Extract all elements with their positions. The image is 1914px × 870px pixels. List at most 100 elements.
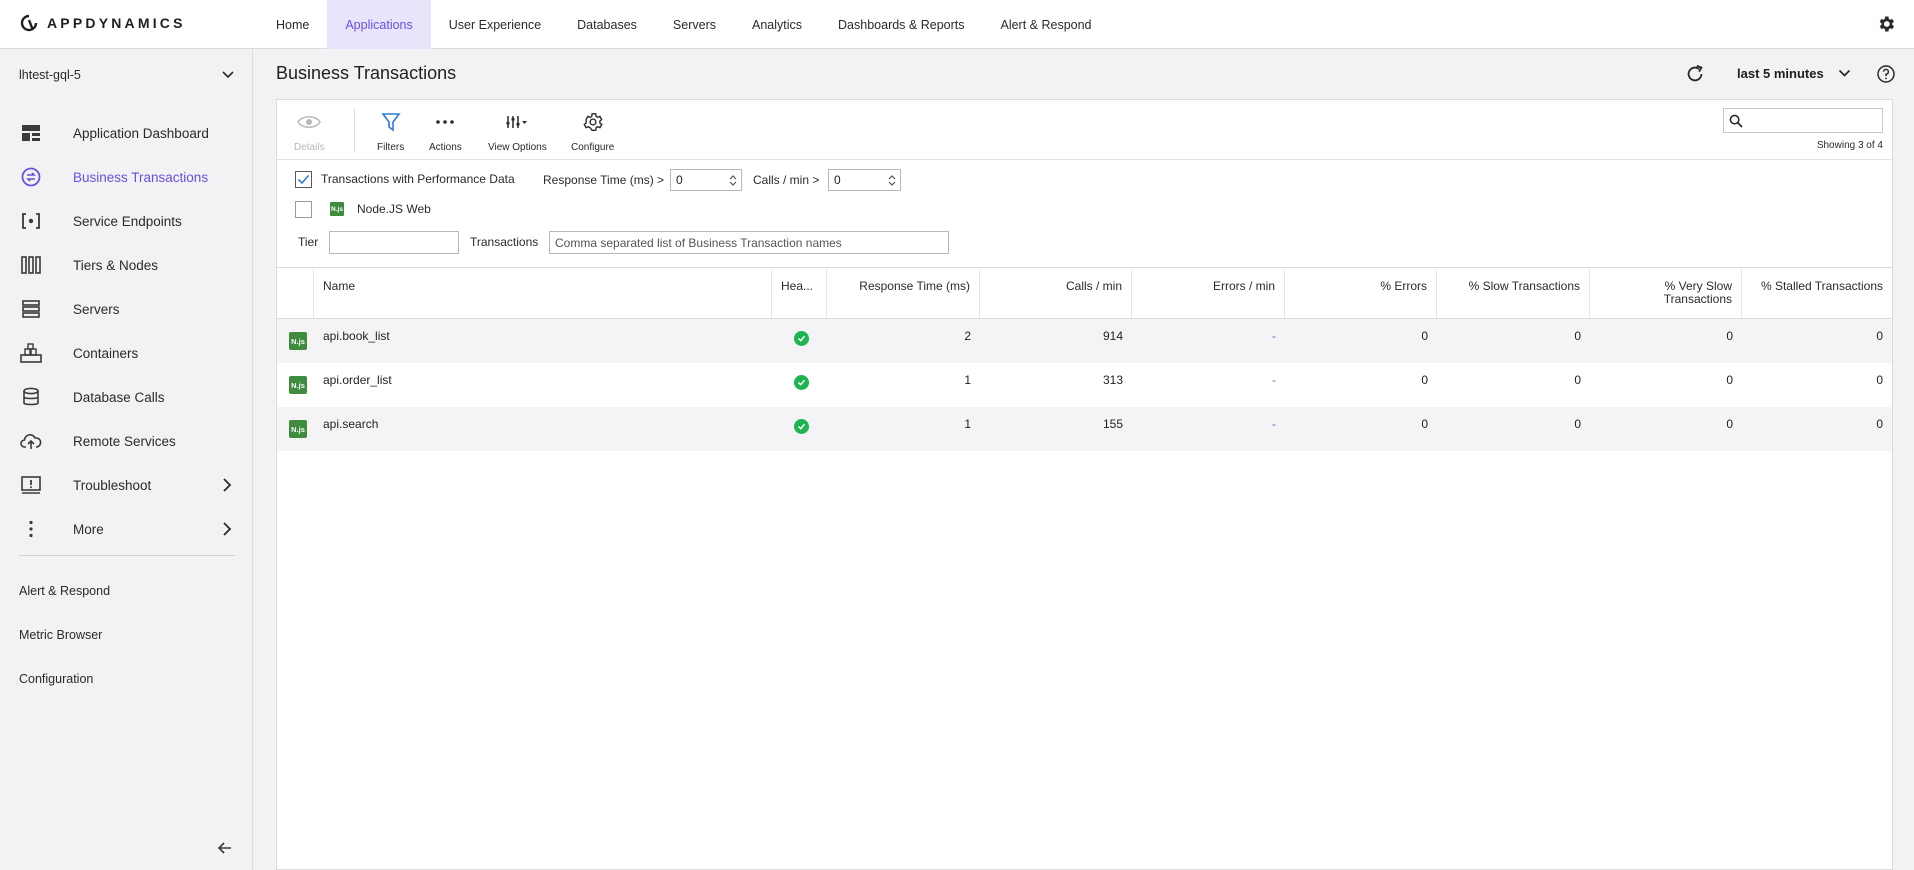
- sidebar-item-label: Database Calls: [73, 389, 165, 405]
- row-health-cell: [772, 407, 827, 451]
- sidebar-item-business-transactions[interactable]: Business Transactions: [0, 155, 253, 199]
- showing-count: Showing 3 of 4: [1816, 140, 1883, 151]
- sidebar-item-service-endpoints[interactable]: Service Endpoints: [0, 199, 253, 243]
- row-pct-slow: 0: [1574, 417, 1581, 431]
- details-button[interactable]: Details: [294, 110, 325, 153]
- calls-input[interactable]: 0: [828, 169, 901, 191]
- column-header-pct-slow[interactable]: % Slow Transactions: [1437, 269, 1590, 318]
- sidebar-item-label: Service Endpoints: [73, 213, 182, 229]
- time-range-label: last 5 minutes: [1737, 66, 1824, 81]
- settings-gear-icon[interactable]: [1876, 14, 1896, 34]
- actions-button[interactable]: Actions: [429, 110, 462, 153]
- nav-databases[interactable]: Databases: [559, 0, 655, 49]
- table-row[interactable]: N.js api.order_list 1 313 - 0 0 0 0: [277, 363, 1892, 407]
- column-header-name[interactable]: Name: [314, 269, 772, 318]
- sidebar-item-remote-services[interactable]: Remote Services: [0, 419, 253, 463]
- column-header-pct-stalled[interactable]: % Stalled Transactions: [1742, 269, 1892, 318]
- sidebar-item-more[interactable]: More: [0, 507, 253, 551]
- table-row[interactable]: N.js api.search 1 155 - 0 0 0 0: [277, 407, 1892, 451]
- main-nav: Home Applications User Experience Databa…: [258, 0, 1110, 49]
- response-time-value: 0: [676, 173, 683, 187]
- help-icon[interactable]: [1876, 64, 1896, 84]
- sidebar-item-label: Troubleshoot: [73, 477, 152, 493]
- column-header-pct-very-slow[interactable]: % Very Slow Transactions: [1590, 269, 1742, 318]
- row-name[interactable]: api.search: [314, 407, 772, 451]
- row-calls: 313: [1102, 373, 1123, 387]
- search-input[interactable]: [1724, 109, 1882, 132]
- row-name[interactable]: api.book_list: [314, 319, 772, 363]
- nav-user-experience[interactable]: User Experience: [431, 0, 559, 49]
- column-header-health[interactable]: Hea...: [772, 269, 827, 318]
- view-options-button[interactable]: View Options: [488, 110, 547, 153]
- row-type-cell: N.js: [277, 363, 314, 407]
- sidebar-item-database-calls[interactable]: Database Calls: [0, 375, 253, 419]
- tier-field[interactable]: [329, 231, 459, 254]
- nav-dashboards-reports[interactable]: Dashboards & Reports: [820, 0, 982, 49]
- database-icon: [20, 387, 42, 407]
- column-header-response-time[interactable]: Response Time (ms): [827, 269, 980, 318]
- row-pct-stalled: 0: [1876, 373, 1883, 387]
- nodejs-web-checkbox[interactable]: [295, 201, 312, 218]
- row-response-time: 2: [964, 329, 971, 343]
- sidebar-item-troubleshoot[interactable]: Troubleshoot: [0, 463, 253, 507]
- row-response-time: 1: [964, 417, 971, 431]
- transactions-input[interactable]: [550, 232, 948, 253]
- sidebar-link-configuration[interactable]: Configuration: [19, 657, 110, 701]
- sidebar-item-containers[interactable]: Containers: [0, 331, 253, 375]
- time-range-selector[interactable]: last 5 minutes: [1737, 66, 1851, 81]
- collapse-sidebar-arrow-icon[interactable]: [217, 840, 233, 856]
- column-header-type[interactable]: [277, 269, 314, 318]
- nav-analytics[interactable]: Analytics: [734, 0, 820, 49]
- row-type-cell: N.js: [277, 407, 314, 451]
- stepper-arrows-icon[interactable]: [729, 174, 737, 187]
- row-pct-stalled: 0: [1876, 329, 1883, 343]
- configure-button[interactable]: Configure: [571, 110, 614, 153]
- row-pct-very-slow: 0: [1726, 373, 1733, 387]
- brand-logo[interactable]: APPDYNAMICS: [20, 14, 186, 32]
- table-row[interactable]: N.js api.book_list 2 914 - 0 0 0 0: [277, 319, 1892, 363]
- sidebar-link-alert-respond[interactable]: Alert & Respond: [19, 569, 110, 613]
- sidebar-links: Alert & Respond Metric Browser Configura…: [19, 569, 110, 701]
- filters-section: Transactions with Performance Data Respo…: [277, 161, 1892, 268]
- filter-funnel-icon: [378, 110, 404, 134]
- sidebar-item-label: More: [73, 521, 104, 537]
- toolbar: Details Filters Actions View Options Con…: [277, 100, 1892, 160]
- sidebar-item-servers[interactable]: Servers: [0, 287, 253, 331]
- sidebar-item-label: Tiers & Nodes: [73, 257, 159, 273]
- sidebar: lhtest-gql-5 Application Dashboard Busin…: [0, 49, 253, 870]
- column-header-errors[interactable]: Errors / min: [1132, 269, 1285, 318]
- nav-applications[interactable]: Applications: [327, 0, 431, 49]
- column-header-calls[interactable]: Calls / min: [980, 269, 1132, 318]
- sidebar-item-application-dashboard[interactable]: Application Dashboard: [0, 111, 253, 155]
- row-health-cell: [772, 319, 827, 363]
- perf-data-label: Transactions with Performance Data: [321, 172, 515, 186]
- search-box[interactable]: [1723, 108, 1883, 133]
- application-selector[interactable]: lhtest-gql-5: [19, 64, 235, 86]
- row-pct-slow: 0: [1574, 329, 1581, 343]
- nav-home[interactable]: Home: [258, 0, 327, 49]
- application-name: lhtest-gql-5: [19, 68, 81, 82]
- table-header: Name Hea... Response Time (ms) Calls / m…: [277, 269, 1892, 319]
- view-options-label: View Options: [488, 142, 547, 153]
- filters-button[interactable]: Filters: [377, 110, 404, 153]
- chevron-right-icon: [223, 522, 232, 536]
- gear-icon: [580, 110, 606, 134]
- refresh-icon[interactable]: [1684, 63, 1706, 85]
- column-header-pct-errors[interactable]: % Errors: [1285, 269, 1437, 318]
- response-time-input[interactable]: 0: [670, 169, 742, 191]
- sidebar-link-metric-browser[interactable]: Metric Browser: [19, 613, 110, 657]
- stepper-arrows-icon[interactable]: [888, 174, 896, 187]
- brand-name: APPDYNAMICS: [47, 15, 186, 31]
- sidebar-item-tiers-nodes[interactable]: Tiers & Nodes: [0, 243, 253, 287]
- top-navigation-bar: APPDYNAMICS Home Applications User Exper…: [0, 0, 1914, 49]
- search-icon: [1729, 114, 1743, 128]
- details-label: Details: [294, 142, 325, 153]
- transactions-field[interactable]: [549, 231, 949, 254]
- row-errors: -: [1272, 417, 1276, 431]
- nav-alert-respond[interactable]: Alert & Respond: [982, 0, 1109, 49]
- toolbar-separator: [354, 108, 355, 152]
- tier-input[interactable]: [330, 232, 458, 253]
- perf-data-checkbox[interactable]: [295, 171, 312, 188]
- row-name[interactable]: api.order_list: [314, 363, 772, 407]
- nav-servers[interactable]: Servers: [655, 0, 734, 49]
